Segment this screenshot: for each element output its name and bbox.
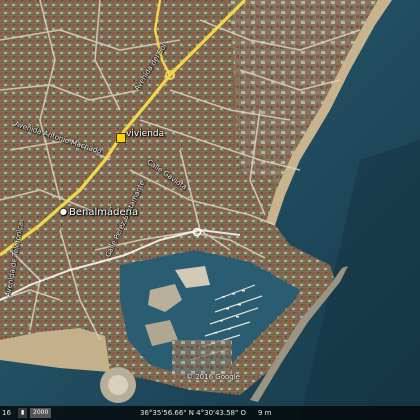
placemark-pin-icon[interactable]	[116, 133, 126, 143]
status-bar: 16 ▮ 2000 36°35'56.66" N 4°30'43.58" O 9…	[0, 406, 420, 420]
town-label: Benalmádena	[69, 207, 139, 218]
imagery-date-icon: ▮	[21, 409, 25, 416]
scale-readout: 9 m	[258, 409, 272, 417]
satellite-map[interactable]: Avenida del Sol Calle Gaviota Avenida An…	[0, 0, 420, 420]
coordinates-readout: 36°35'56.66" N 4°30'43.58" O	[140, 409, 246, 417]
imagery-year-chip[interactable]: 2000	[30, 408, 52, 418]
map-copyright: © 2016 Google	[186, 373, 240, 381]
status-left-value: 16	[2, 409, 11, 417]
town-dot-icon: ●	[60, 207, 67, 216]
placemark-label[interactable]: vivienda	[126, 129, 164, 139]
imagery-date-chip[interactable]: ▮	[18, 408, 28, 418]
